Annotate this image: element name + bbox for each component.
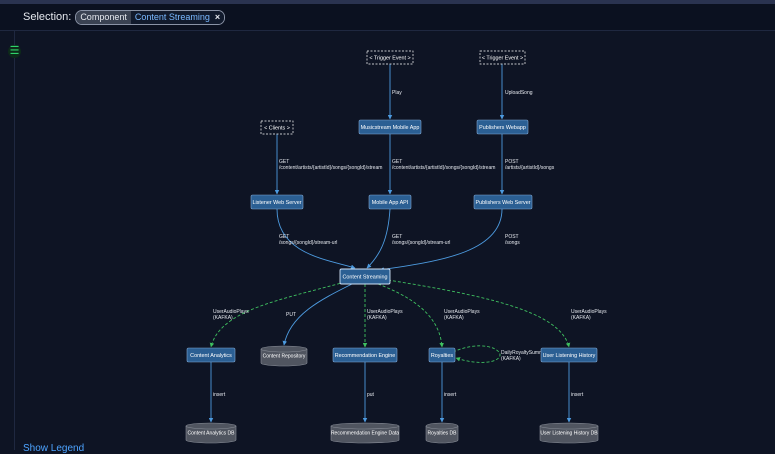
architecture-diagram: Play UploadSong GET /content/artists/{ar… [185, 50, 607, 444]
label-drs-kafka: (KAFKA) [501, 356, 521, 362]
mobile-app-node[interactable]: Musicstream Mobile App [358, 119, 422, 135]
label-insert2: insert [444, 392, 457, 398]
user-listening-history-node[interactable]: User Listening History [540, 347, 598, 363]
recommendation-engine-label: Recommendation Engine [335, 353, 396, 359]
mobile-app-api-label: Mobile App API [372, 200, 409, 206]
label-uap4-kafka: (KAFKA) [571, 315, 591, 321]
trigger-event-label-2: < Trigger Event > [482, 56, 523, 62]
edge-royalties-self[interactable] [452, 345, 501, 363]
royalties-db-label: Royalties DB [428, 431, 458, 437]
content-streaming-node[interactable]: Content Streaming [339, 268, 391, 285]
label-upload: UploadSong [505, 90, 533, 96]
label-post2-path: /songs [505, 240, 520, 246]
content-analytics-label: Content Analytics [190, 353, 232, 359]
label-get2-path: /content/artists/{artistId}/songs/{songI… [392, 165, 495, 171]
content-analytics-db-label: Content Analytics DB [188, 431, 236, 437]
publishers-web-server-node[interactable]: Publishers Web Server [473, 194, 533, 210]
edge-cs-royalties[interactable] [377, 283, 444, 348]
user-listening-history-db[interactable]: User Listening History DB [539, 422, 599, 444]
show-legend-link[interactable]: Show Legend [23, 443, 84, 454]
mobile-app-api-node[interactable]: Mobile App API [368, 194, 412, 210]
royalties-db[interactable]: Royalties DB [425, 422, 459, 444]
content-repository-db[interactable]: Content Repository [260, 345, 308, 367]
label-insert1: insert [213, 392, 226, 398]
royalties-label: Royalties [431, 353, 453, 359]
content-streaming-label: Content Streaming [343, 275, 388, 281]
user-listening-history-label: User Listening History [543, 353, 596, 359]
recommendation-engine-node[interactable]: Recommendation Engine [332, 347, 398, 363]
label-insert3: insert [571, 392, 584, 398]
listener-web-server-node[interactable]: Listener Web Server [250, 194, 304, 210]
label-uap2-kafka: (KAFKA) [367, 315, 387, 321]
mobile-app-label: Musicstream Mobile App [361, 125, 420, 131]
trigger-event-label-1: < Trigger Event > [369, 56, 410, 62]
label-play: Play [392, 90, 402, 96]
user-listening-history-db-label: User Listening History DB [540, 431, 598, 437]
label-put2: put [367, 392, 375, 398]
listener-web-server-label: Listener Web Server [252, 200, 301, 206]
content-repository-label: Content Repository [263, 354, 306, 360]
label-get4-path: /songs/{songId}/stream-url [392, 240, 450, 246]
label-uap1-kafka: (KAFKA) [213, 315, 233, 321]
recommendation-engine-data-db[interactable]: Recommendation Engine Data [330, 422, 400, 444]
recommendation-engine-data-label: Recommendation Engine Data [331, 431, 399, 437]
content-analytics-node[interactable]: Content Analytics [186, 347, 236, 363]
trigger-event-node-1[interactable]: < Trigger Event > [366, 50, 414, 65]
trigger-event-node-2[interactable]: < Trigger Event > [479, 50, 526, 65]
label-get1-path: /content/artists/{artistId}/songs/{songI… [279, 165, 382, 171]
publishers-webapp-label: Publishers Webapp [479, 125, 526, 131]
publishers-webapp-node[interactable]: Publishers Webapp [476, 119, 529, 135]
label-get3-path: /songs/{songId}/stream-url [279, 240, 337, 246]
royalties-node[interactable]: Royalties [428, 347, 456, 363]
content-analytics-db[interactable]: Content Analytics DB [185, 422, 237, 444]
edge-api-cs[interactable] [366, 208, 391, 269]
publishers-web-server-label: Publishers Web Server [475, 200, 530, 206]
clients-label: < Clients > [264, 126, 290, 132]
label-post1-path: /artists/{artistId}/songs [505, 165, 555, 171]
label-put1: PUT [286, 312, 296, 318]
label-uap3-kafka: (KAFKA) [444, 315, 464, 321]
clients-node[interactable]: < Clients > [260, 120, 294, 135]
